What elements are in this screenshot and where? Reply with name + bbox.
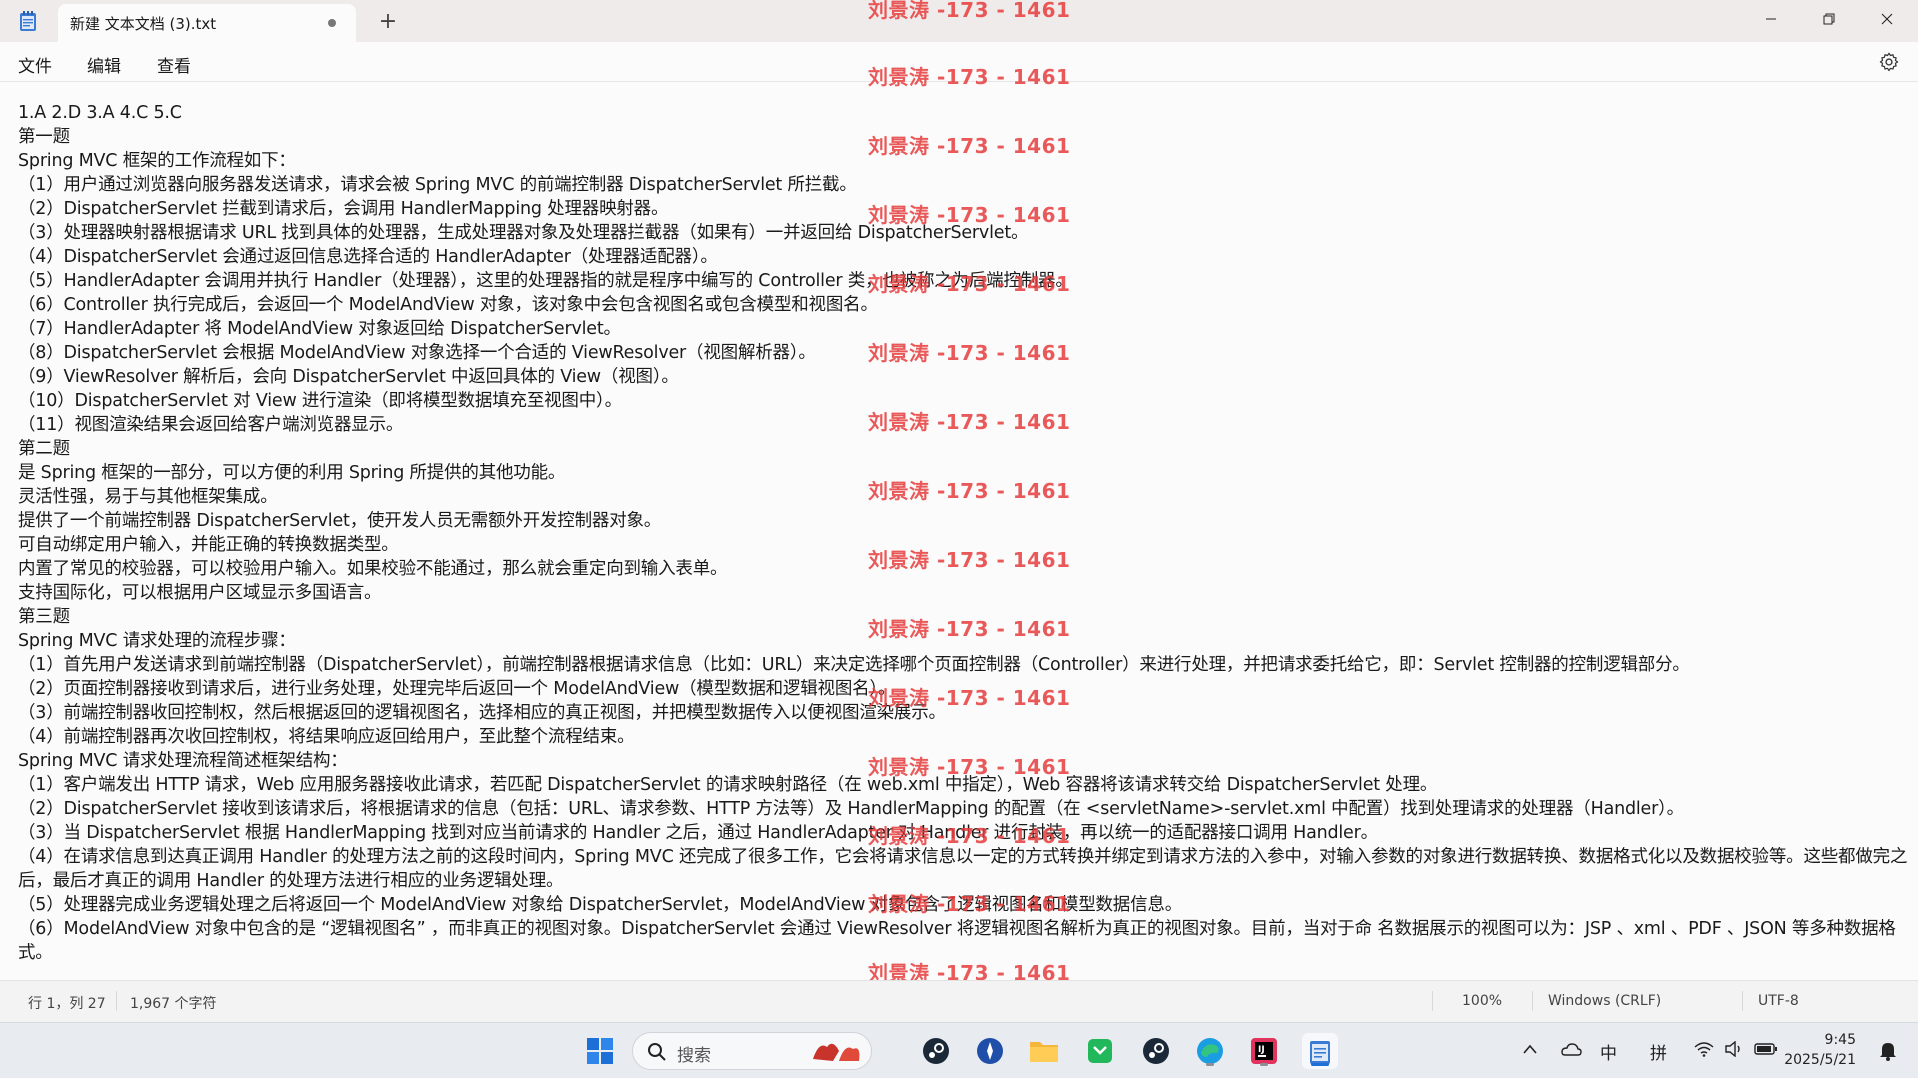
watermark-text: 刘景涛 -173 - 1461: [868, 272, 1071, 296]
watermark-text: 刘景涛 -173 - 1461: [868, 892, 1071, 916]
restore-button[interactable]: [1800, 0, 1858, 38]
onedrive-cloud-icon[interactable]: [1560, 1041, 1582, 1057]
watermark-text: 刘景涛 -173 - 1461: [868, 65, 1071, 89]
status-divider: [1532, 991, 1533, 1011]
new-tab-button[interactable]: +: [374, 8, 402, 36]
battery-icon[interactable]: [1754, 1041, 1778, 1057]
steam-icon: [1143, 1038, 1169, 1064]
intellij-idea-icon: IJ: [1251, 1038, 1277, 1064]
search-placeholder: 搜索: [677, 1046, 711, 1066]
watermark-text: 刘景涛 -173 - 1461: [868, 617, 1071, 641]
text-line: （4）DispatcherServlet 会通过返回信息选择合适的 Handle…: [18, 247, 718, 267]
start-button[interactable]: [582, 1033, 618, 1069]
status-divider: [1742, 991, 1743, 1011]
cursor-position: 行 1，列 27: [28, 996, 106, 1012]
wechat-button[interactable]: [1082, 1033, 1118, 1069]
close-icon: [1881, 13, 1893, 25]
close-button[interactable]: [1858, 0, 1916, 38]
search-icon: [648, 1043, 666, 1061]
notepad-taskbar-button[interactable]: [1302, 1033, 1338, 1069]
wifi-icon[interactable]: [1694, 1041, 1714, 1057]
input-method[interactable]: 拼: [1650, 1039, 1667, 1064]
notepad-icon: [1310, 1041, 1330, 1064]
watermark-text: 刘景涛 -173 - 1461: [868, 755, 1071, 779]
edge-browser-icon: [1197, 1038, 1223, 1064]
text-line: 第二题: [18, 439, 70, 459]
notification-bell-icon[interactable]: [1878, 1039, 1898, 1061]
status-bar: 行 1，列 27 1,967 个字符 100% Windows (CRLF) U…: [0, 980, 1918, 1022]
watermark-text: 刘景涛 -173 - 1461: [868, 479, 1071, 503]
minimize-button[interactable]: [1742, 0, 1800, 38]
taskbar: 搜索 IJ 中 拼 9:45 2025/5/21: [0, 1022, 1918, 1078]
menu-view[interactable]: 查看: [157, 50, 191, 79]
menu-file[interactable]: 文件: [18, 50, 52, 79]
zoom-level[interactable]: 100%: [1462, 993, 1502, 1009]
text-line: 1.A 2.D 3.A 4.C 5.C: [18, 103, 182, 123]
menu-edit[interactable]: 编辑: [87, 50, 121, 79]
input-language[interactable]: 中: [1600, 1039, 1617, 1064]
watermark-text: 刘景涛 -173 - 1461: [868, 548, 1071, 572]
text-line: （2）DispatcherServlet 接收到该请求后，将根据请求的信息（包括…: [18, 799, 1684, 819]
minimize-icon: [1766, 18, 1776, 20]
text-line: 支持国际化，可以根据用户区域显示多国语言。: [18, 583, 382, 603]
settings-gear-icon[interactable]: [1878, 51, 1900, 73]
app-blue-icon[interactable]: [972, 1033, 1008, 1069]
svg-text:IJ: IJ: [1258, 1045, 1265, 1055]
restore-icon: [1823, 13, 1835, 25]
running-indicator: [1260, 1063, 1268, 1066]
chevron-up-icon[interactable]: [1522, 1043, 1538, 1055]
watermark-text: 刘景涛 -173 - 1461: [868, 341, 1071, 365]
edge-button[interactable]: [1192, 1033, 1228, 1069]
running-indicator: [1206, 1063, 1214, 1066]
green-app-icon: [1088, 1039, 1112, 1063]
tab-title: 新建 文本文档 (3).txt: [70, 14, 217, 33]
file-explorer-button[interactable]: [1026, 1033, 1062, 1069]
text-line: （4）前端控制器再次收回控制权，将结果响应返回给用户，至此整个流程结束。: [18, 727, 635, 747]
active-indicator: [1311, 1063, 1329, 1066]
search-highlight-icon: [813, 1043, 860, 1061]
unsaved-dot-icon[interactable]: [328, 19, 336, 27]
intellij-button[interactable]: IJ: [1246, 1033, 1282, 1069]
text-line: （9）ViewResolver 解析后，会向 DispatcherServlet…: [18, 367, 679, 387]
text-line: （1）用户通过浏览器向服务器发送请求，请求会被 Spring MVC 的前端控制…: [18, 175, 857, 195]
steam-icon: [923, 1038, 949, 1064]
status-divider: [116, 991, 117, 1011]
taskbar-search[interactable]: 搜索: [632, 1032, 872, 1070]
volume-icon[interactable]: [1724, 1041, 1744, 1057]
text-line: 提供了一个前端控制器 DispatcherServlet，使开发人员无需额外开发…: [18, 511, 662, 531]
watermark-text: 刘景涛 -173 - 1461: [868, 203, 1071, 227]
watermark-text: 刘景涛 -173 - 1461: [868, 686, 1071, 710]
text-line: （1）首先用户发送请求到前端控制器（DispatcherServlet），前端控…: [18, 655, 1690, 675]
watermark-text: 刘景涛 -173 - 1461: [868, 824, 1071, 848]
compass-app-icon: [977, 1038, 1003, 1064]
watermark-text: 刘景涛 -173 - 1461: [868, 410, 1071, 434]
document-tab[interactable]: 新建 文本文档 (3).txt: [58, 4, 356, 42]
windows-logo-icon: [587, 1038, 613, 1064]
steam-running-icon[interactable]: [918, 1033, 954, 1069]
encoding[interactable]: UTF-8: [1758, 993, 1799, 1009]
clock-date: 2025/5/21: [1784, 1052, 1856, 1068]
watermark-text: 刘景涛 -173 - 1461: [868, 0, 1071, 22]
folder-icon: [1030, 1042, 1058, 1062]
character-count: 1,967 个字符: [130, 996, 217, 1012]
system-clock[interactable]: 9:45 2025/5/21: [1784, 1030, 1856, 1070]
line-ending[interactable]: Windows (CRLF): [1548, 993, 1661, 1009]
watermark-text: 刘景涛 -173 - 1461: [868, 134, 1071, 158]
clock-time: 9:45: [1824, 1032, 1856, 1048]
text-line: （4）在请求信息到达真正调用 Handler 的处理方法之前的这段时间内，Spr…: [18, 847, 1908, 891]
status-divider: [1432, 991, 1433, 1011]
steam-button[interactable]: [1138, 1033, 1174, 1069]
notepad-app-icon: [20, 11, 36, 31]
